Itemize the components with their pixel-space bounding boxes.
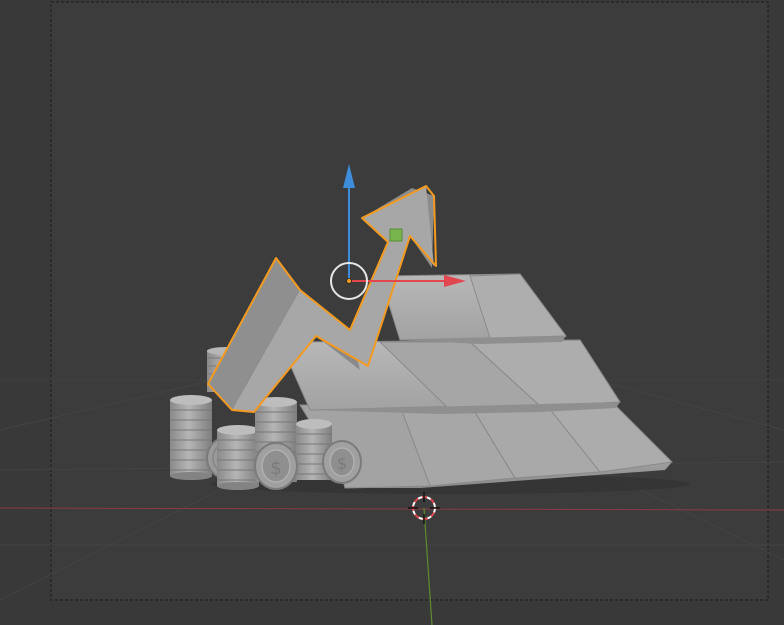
standing-coin-dollar-right: $ [322, 440, 362, 484]
object-origin [346, 278, 352, 284]
gizmo-xz-plane-handle[interactable] [389, 228, 403, 242]
coin-stack-mid [217, 425, 259, 490]
standing-coin-dollar: $ [254, 442, 298, 490]
coin-symbol: $ [337, 454, 347, 473]
viewport-canvas[interactable]: $ $ [0, 0, 784, 625]
coin-symbol: $ [270, 458, 281, 479]
3d-viewport[interactable]: $ $ [0, 0, 784, 625]
coin-stack-left [170, 395, 212, 480]
